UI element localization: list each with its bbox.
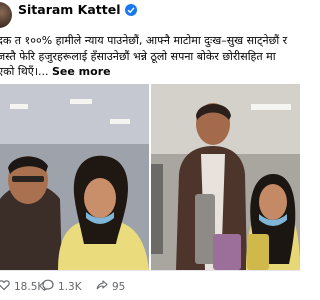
post-photo-left[interactable]	[0, 84, 149, 270]
post-photo-right[interactable]	[151, 84, 300, 270]
comment-icon	[42, 279, 54, 294]
verified-badge-icon	[124, 3, 137, 16]
see-more-link[interactable]: See more	[52, 65, 111, 78]
post-text-line: दक त १००% हामीले न्याय पाउनेछौं, आफ्नै म…	[0, 34, 288, 47]
share-icon	[96, 279, 108, 294]
post-text-line-last: एको थिएँ।... See more	[0, 64, 302, 80]
post-text-line: जस्तै फेरि हजुरहरूलाई हँसाउनेछौं भन्ने ठ…	[0, 49, 276, 63]
comments-count[interactable]: 1.3K	[42, 279, 82, 294]
photo-grid	[0, 84, 300, 270]
photo-left-image	[0, 84, 149, 270]
reactions-count-text: 18.5K	[14, 280, 45, 293]
post-footer: 18.5K 1.3K 95	[0, 270, 300, 300]
heart-icon	[0, 279, 10, 294]
author-name[interactable]: Sitaram Kattel	[18, 2, 137, 17]
shares-count-text: 95	[112, 280, 126, 293]
post-header: Sitaram Kattel	[0, 0, 300, 30]
comments-count-text: 1.3K	[58, 280, 82, 293]
post-text: दक त १००% हामीले न्याय पाउनेछौं, आफ्नै म…	[0, 33, 302, 80]
author-name-text[interactable]: Sitaram Kattel	[18, 2, 121, 17]
author-avatar[interactable]	[0, 2, 12, 28]
shares-count[interactable]: 95	[96, 279, 125, 294]
reactions-count[interactable]: 18.5K	[0, 279, 44, 294]
post-text-line-content: एको थिएँ।...	[0, 65, 49, 78]
photo-right-image	[151, 84, 300, 270]
